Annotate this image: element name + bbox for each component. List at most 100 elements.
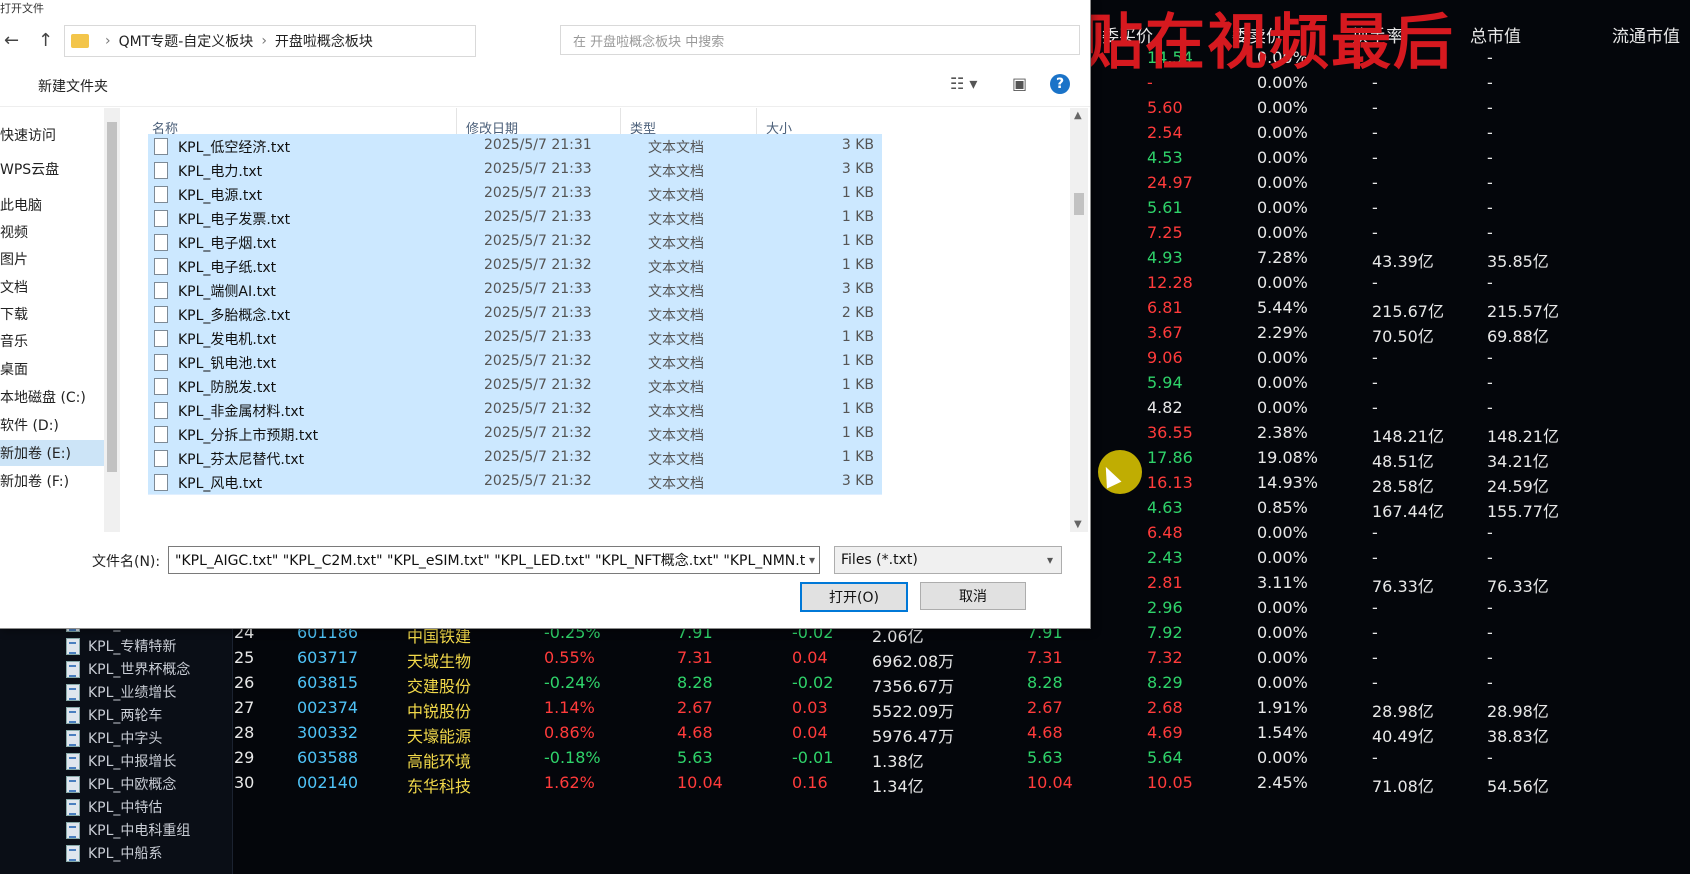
quote-pct: -0.24% bbox=[544, 673, 601, 692]
quote-mcap: - bbox=[1372, 598, 1378, 617]
nav-item[interactable]: WPS云盘 bbox=[0, 156, 104, 182]
file-size: 1 KB bbox=[841, 353, 874, 369]
block-file-icon bbox=[66, 821, 80, 839]
breadcrumb-item[interactable]: 开盘啦概念板块 bbox=[275, 31, 373, 51]
col-float-market-cap[interactable]: 流通市值 bbox=[1612, 22, 1680, 47]
quote-ask: 2.96 bbox=[1147, 598, 1183, 617]
nav-item[interactable]: 图片 bbox=[0, 246, 104, 272]
block-tree-item[interactable]: KPL_中欧概念 bbox=[66, 773, 176, 795]
quote-fmcap: - bbox=[1487, 673, 1493, 692]
file-row[interactable]: KPL_风电.txt 2025/5/7 21:32 文本文档 3 KB bbox=[148, 470, 882, 495]
chevron-down-icon[interactable]: ▾ bbox=[809, 553, 815, 567]
address-bar[interactable]: › QMT专题-自定义板块 › 开盘啦概念板块 bbox=[64, 25, 476, 57]
quote-fmcap: - bbox=[1487, 123, 1493, 142]
file-type: 文本文档 bbox=[648, 140, 704, 156]
file-date: 2025/5/7 21:32 bbox=[484, 233, 592, 249]
block-tree-item[interactable]: KPL_专精特新 bbox=[66, 635, 176, 657]
block-tree-item[interactable]: KPL_两轮车 bbox=[66, 704, 162, 726]
list-scrollbar[interactable]: ▲ ▼ bbox=[1070, 108, 1088, 532]
quote-chg: 0.16 bbox=[792, 773, 828, 792]
quote-mcap: - bbox=[1372, 123, 1378, 142]
file-row[interactable]: KPL_电源.txt 2025/5/7 21:33 文本文档 1 KB bbox=[148, 182, 882, 207]
filename-input[interactable]: "KPL_AIGC.txt" "KPL_C2M.txt" "KPL_eSIM.t… bbox=[168, 546, 820, 574]
quote-ask: 2.54 bbox=[1147, 123, 1183, 142]
cancel-button[interactable]: 取消 bbox=[920, 582, 1026, 610]
file-row[interactable]: KPL_非金属材料.txt 2025/5/7 21:32 文本文档 1 KB bbox=[148, 398, 882, 423]
quote-mcap: - bbox=[1372, 348, 1378, 367]
nav-item[interactable]: 下载 bbox=[0, 301, 104, 327]
nav-item[interactable]: 文档 bbox=[0, 274, 104, 300]
text-file-icon bbox=[154, 450, 168, 467]
quote-code: 603588 bbox=[297, 748, 359, 767]
block-tree-item[interactable]: KPL_中特估 bbox=[66, 796, 162, 818]
block-tree-item[interactable]: KPL_中报增长 bbox=[66, 750, 176, 772]
nav-scrollbar[interactable] bbox=[104, 108, 120, 532]
block-tree-item[interactable]: KPL_中字头 bbox=[66, 727, 162, 749]
nav-item[interactable]: 此电脑 bbox=[0, 192, 104, 218]
file-row[interactable]: KPL_分拆上市预期.txt 2025/5/7 21:32 文本文档 1 KB bbox=[148, 422, 882, 447]
text-file-icon bbox=[154, 354, 168, 371]
file-list: 名称 修改日期 类型 大小 KPL_低空经济.txt 2025/5/7 21:31… bbox=[126, 108, 1070, 532]
quote-fmcap: - bbox=[1487, 173, 1493, 192]
file-size: 3 KB bbox=[841, 137, 874, 153]
search-input[interactable]: 在 开盘啦概念板块 中搜索 bbox=[560, 25, 1080, 55]
block-tree-item[interactable]: KPL_业绩增长 bbox=[66, 681, 176, 703]
block-tree-item[interactable]: KPL_中船系 bbox=[66, 842, 162, 864]
file-size: 1 KB bbox=[841, 425, 874, 441]
file-row[interactable]: KPL_端侧AI.txt 2025/5/7 21:33 文本文档 3 KB bbox=[148, 278, 882, 303]
quote-ask: 3.67 bbox=[1147, 323, 1183, 342]
quote-turn: 0.00% bbox=[1257, 148, 1308, 167]
breadcrumb-item[interactable]: QMT专题-自定义板块 bbox=[119, 31, 254, 51]
filename-value: "KPL_AIGC.txt" "KPL_C2M.txt" "KPL_eSIM.t… bbox=[175, 553, 806, 569]
quote-bid: 5.63 bbox=[1027, 748, 1063, 767]
nav-item[interactable]: 视频 bbox=[0, 219, 104, 245]
help-icon[interactable]: ? bbox=[1050, 74, 1070, 94]
quote-mcap: - bbox=[1372, 623, 1378, 642]
col-market-cap[interactable]: 总市值 bbox=[1470, 22, 1521, 47]
file-type-filter[interactable]: Files (*.txt) ▾ bbox=[834, 546, 1062, 574]
file-row[interactable]: KPL_电子烟.txt 2025/5/7 21:32 文本文档 1 KB bbox=[148, 230, 882, 255]
block-tree-item[interactable]: KPL_世界杯概念 bbox=[66, 658, 190, 680]
quote-name: 天域生物 bbox=[407, 652, 472, 671]
open-button[interactable]: 打开(O) bbox=[800, 582, 908, 612]
nav-item[interactable]: 新加卷 (E:) bbox=[0, 440, 104, 466]
back-icon[interactable]: ← bbox=[4, 30, 19, 51]
file-row[interactable]: KPL_电子发票.txt 2025/5/7 21:33 文本文档 1 KB bbox=[148, 206, 882, 231]
file-row[interactable]: KPL_发电机.txt 2025/5/7 21:33 文本文档 1 KB bbox=[148, 326, 882, 351]
file-row[interactable]: KPL_防脱发.txt 2025/5/7 21:32 文本文档 1 KB bbox=[148, 374, 882, 399]
file-row[interactable]: KPL_多胎概念.txt 2025/5/7 21:33 文本文档 2 KB bbox=[148, 302, 882, 327]
quote-code: 603815 bbox=[297, 673, 359, 692]
nav-item[interactable]: 本地磁盘 (C:) bbox=[0, 384, 104, 410]
quote-no: 25 bbox=[234, 648, 255, 667]
quote-pct: -0.18% bbox=[544, 748, 601, 767]
up-icon[interactable]: ↑ bbox=[38, 30, 53, 51]
block-label: KPL_两轮车 bbox=[88, 708, 163, 724]
file-row[interactable]: KPL_钒电池.txt 2025/5/7 21:32 文本文档 1 KB bbox=[148, 350, 882, 375]
quote-vol: 6962.08万 bbox=[872, 652, 955, 671]
nav-item[interactable]: 快速访问 bbox=[0, 122, 104, 148]
nav-item[interactable]: 音乐 bbox=[0, 328, 104, 354]
quote-chg: -0.01 bbox=[792, 748, 834, 767]
nav-item[interactable]: 桌面 bbox=[0, 356, 104, 382]
file-type: 文本文档 bbox=[648, 380, 704, 396]
nav-item[interactable]: 软件 (D:) bbox=[0, 412, 104, 438]
view-options-icon[interactable]: ☷ ▾ bbox=[950, 74, 977, 93]
file-row[interactable]: KPL_电力.txt 2025/5/7 21:33 文本文档 3 KB bbox=[148, 158, 882, 183]
file-date: 2025/5/7 21:33 bbox=[484, 209, 592, 225]
quote-mcap: 215.67亿 bbox=[1372, 302, 1444, 321]
new-folder-button[interactable]: 新建文件夹 bbox=[38, 76, 108, 96]
nav-item[interactable]: 新加卷 (F:) bbox=[0, 468, 104, 494]
file-type: 文本文档 bbox=[648, 188, 704, 204]
preview-pane-icon[interactable]: ▣ bbox=[1012, 74, 1027, 93]
file-row[interactable]: KPL_电子纸.txt 2025/5/7 21:32 文本文档 1 KB bbox=[148, 254, 882, 279]
file-row[interactable]: KPL_低空经济.txt 2025/5/7 21:31 文本文档 3 KB bbox=[148, 134, 882, 159]
block-tree-item[interactable]: KPL_中电科重组 bbox=[66, 819, 190, 841]
file-row[interactable]: KPL_芬太尼替代.txt 2025/5/7 21:32 文本文档 1 KB bbox=[148, 446, 882, 471]
text-file-icon bbox=[154, 186, 168, 203]
text-file-icon bbox=[154, 426, 168, 443]
quote-vol: 5976.47万 bbox=[872, 727, 955, 746]
quote-turn: 2.29% bbox=[1257, 323, 1308, 342]
file-name: KPL_电源.txt bbox=[178, 188, 263, 204]
block-label: KPL_中船系 bbox=[88, 846, 163, 862]
quote-code: 603717 bbox=[297, 648, 359, 667]
